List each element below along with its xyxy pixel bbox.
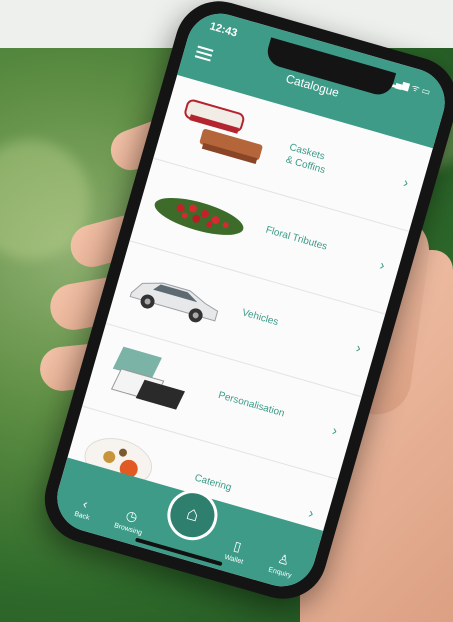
photo-scene: 12:43 ▂▄▆ ᯤ ▭ Catalogue Caskets & Coffin…	[0, 0, 453, 622]
chevron-right-icon: ›	[330, 421, 340, 439]
chevron-right-icon: ›	[401, 173, 411, 191]
personalisation-image	[110, 346, 185, 410]
tab-profile[interactable]: ♙ Enquiry	[258, 546, 307, 582]
status-time: 12:43	[208, 20, 239, 40]
vehicle-image	[129, 282, 219, 323]
tab-history[interactable]: ◷ Browsing	[106, 503, 155, 539]
catalogue-item-label: Caskets & Coffins	[284, 141, 327, 177]
home-icon: ⌂	[183, 501, 202, 527]
casket-image	[184, 99, 263, 165]
catalogue-item-label: Vehicles	[240, 307, 280, 329]
floral-image	[154, 197, 244, 235]
chevron-right-icon: ›	[377, 256, 387, 274]
chevron-right-icon: ›	[306, 504, 316, 522]
catalogue-item-label: Personalisation	[216, 389, 286, 420]
catalogue-item-label: Floral Tributes	[264, 224, 329, 253]
tab-back[interactable]: ‹ Back	[60, 490, 109, 525]
chevron-right-icon: ›	[354, 339, 364, 356]
